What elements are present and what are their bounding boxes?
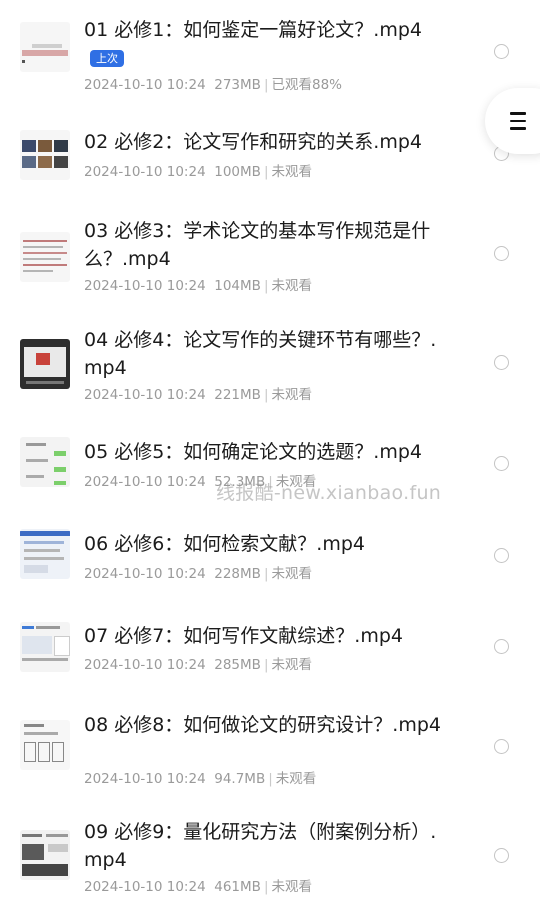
video-size: 285MB (214, 657, 261, 673)
video-title: 01 必修1：如何鉴定一篇好论文？.mp4 上次 (84, 16, 444, 72)
video-thumbnail (20, 130, 70, 180)
video-date: 2024-10-10 10:24 (84, 387, 206, 403)
video-meta: 2024-10-10 10:24 461MB | 未观看 (84, 879, 313, 895)
video-thumbnail (20, 232, 70, 282)
video-size: 221MB (214, 387, 261, 403)
video-title-text: 02 必修2：论文写作和研究的关系.mp4 (84, 131, 423, 153)
video-title-text: 05 必修5：如何确定论文的选题？.mp4 (84, 441, 423, 463)
watermark: 线报酷-new.xianbao.fun (216, 482, 442, 504)
watch-status: 未观看 (271, 566, 313, 582)
video-date: 2024-10-10 10:24 (84, 474, 206, 490)
video-title: 08 必修8：如何做论文的研究设计？.mp4 (84, 711, 444, 739)
video-title: 03 必修3：学术论文的基本写作规范是什么？.mp4 (84, 217, 444, 273)
select-radio[interactable] (494, 44, 509, 59)
video-title-text: 07 必修7：如何写作文献综述？.mp4 (84, 625, 404, 647)
video-title: 04 必修4：论文写作的关键环节有哪些？.mp4 (84, 326, 444, 382)
video-thumbnail (20, 22, 70, 72)
floating-menu-button[interactable] (485, 88, 540, 154)
video-meta: 2024-10-10 10:24 228MB | 未观看 (84, 566, 313, 582)
video-title-text: 06 必修6：如何检索文献？.mp4 (84, 533, 366, 555)
video-title: 07 必修7：如何写作文献综述？.mp4 (84, 622, 444, 650)
video-title: 02 必修2：论文写作和研究的关系.mp4 (84, 128, 444, 156)
select-radio[interactable] (494, 848, 509, 863)
select-radio[interactable] (494, 246, 509, 261)
watch-status: 未观看 (271, 164, 313, 180)
video-meta: 2024-10-10 10:24 221MB | 未观看 (84, 387, 313, 403)
video-thumbnail (20, 622, 70, 672)
video-meta: 2024-10-10 10:24 273MB | 已观看88% (84, 77, 343, 93)
video-title-text: 08 必修8：如何做论文的研究设计？.mp4 (84, 714, 442, 736)
video-size: 104MB (214, 278, 261, 294)
video-date: 2024-10-10 10:24 (84, 657, 206, 673)
video-title: 06 必修6：如何检索文献？.mp4 (84, 530, 444, 558)
select-radio[interactable] (494, 548, 509, 563)
video-thumbnail (20, 720, 70, 770)
video-thumbnail (20, 339, 70, 389)
video-title-text: 09 必修9：量化研究方法（附案例分析）.mp4 (84, 821, 437, 871)
video-size: 228MB (214, 566, 261, 582)
watch-status: 未观看 (275, 771, 317, 787)
last-watched-badge: 上次 (90, 50, 124, 67)
video-meta: 2024-10-10 10:24 100MB | 未观看 (84, 164, 313, 180)
video-date: 2024-10-10 10:24 (84, 164, 206, 180)
video-date: 2024-10-10 10:24 (84, 771, 206, 787)
video-date: 2024-10-10 10:24 (84, 879, 206, 895)
select-radio[interactable] (494, 355, 509, 370)
video-meta: 2024-10-10 10:24 94.7MB | 未观看 (84, 771, 317, 787)
watch-status: 已观看88% (271, 77, 343, 93)
watch-status: 未观看 (271, 278, 313, 294)
video-title-text: 04 必修4：论文写作的关键环节有哪些？.mp4 (84, 329, 437, 379)
video-thumbnail (20, 529, 70, 579)
video-size: 94.7MB (214, 771, 266, 787)
select-radio[interactable] (494, 739, 509, 754)
video-date: 2024-10-10 10:24 (84, 77, 206, 93)
video-meta: 2024-10-10 10:24 285MB | 未观看 (84, 657, 313, 673)
video-title-text: 01 必修1：如何鉴定一篇好论文？.mp4 (84, 19, 423, 41)
watch-status: 未观看 (271, 387, 313, 403)
menu-icon (510, 112, 526, 135)
video-size: 100MB (214, 164, 261, 180)
video-meta: 2024-10-10 10:24 104MB | 未观看 (84, 278, 313, 294)
video-title: 09 必修9：量化研究方法（附案例分析）.mp4 (84, 818, 444, 874)
video-date: 2024-10-10 10:24 (84, 278, 206, 294)
watch-status: 未观看 (271, 657, 313, 673)
select-radio[interactable] (494, 639, 509, 654)
video-title-text: 03 必修3：学术论文的基本写作规范是什么？.mp4 (84, 220, 431, 270)
select-radio[interactable] (494, 456, 509, 471)
video-date: 2024-10-10 10:24 (84, 566, 206, 582)
video-title: 05 必修5：如何确定论文的选题？.mp4 (84, 438, 444, 466)
video-size: 273MB (214, 77, 261, 93)
video-thumbnail (20, 830, 70, 880)
video-thumbnail (20, 437, 70, 487)
watch-status: 未观看 (271, 879, 313, 895)
video-size: 461MB (214, 879, 261, 895)
